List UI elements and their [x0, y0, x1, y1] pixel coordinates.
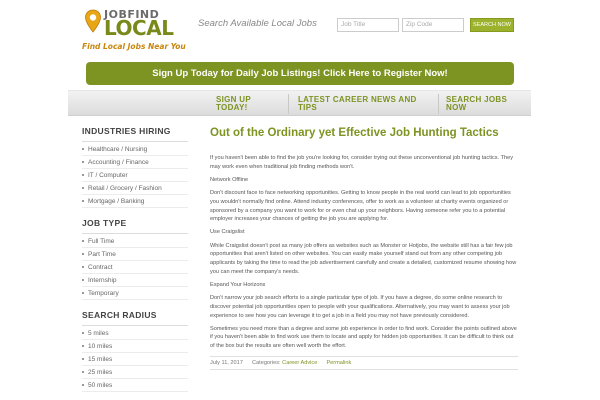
nav-item-sign-up-line2: TODAY! — [216, 103, 248, 112]
site-logo[interactable]: JOBFIND LOCAL Find Local Jobs Near You — [82, 6, 186, 54]
zip-code-input[interactable]: Zip Code — [402, 18, 464, 32]
sidebar-item-radius[interactable]: 25 miles — [82, 366, 188, 379]
post-date: July 11, 2017 — [210, 359, 243, 366]
bullet-icon — [82, 371, 84, 374]
sidebar-item-label: Accounting / Finance — [88, 159, 149, 166]
job-type-heading: JOB TYPE — [82, 218, 188, 234]
sidebar-item-label: Full Time — [88, 238, 115, 245]
sidebar-item-label: 5 miles — [88, 330, 109, 337]
post-category-link[interactable]: Career Advice — [282, 360, 317, 366]
search-radius-heading: SEARCH RADIUS — [82, 310, 188, 326]
bullet-icon — [82, 174, 84, 177]
sidebar-item-label: Part Time — [88, 251, 116, 258]
post-paragraph: While Craigslist doesn't post as many jo… — [210, 242, 517, 275]
logo-tagline: Find Local Jobs Near You — [82, 42, 186, 51]
job-type-widget: JOB TYPE Full Time Part Time Contract In… — [82, 218, 188, 300]
nav-divider — [438, 94, 439, 114]
search-heading: Search Available Local Jobs — [198, 18, 317, 29]
sidebar-item-job-type[interactable]: Part Time — [82, 248, 188, 261]
post-meta: July 11, 2017 Categories: Career Advice … — [210, 355, 518, 370]
industries-widget: INDUSTRIES HIRING Healthcare / Nursing A… — [82, 126, 188, 208]
sidebar-item-industry[interactable]: Accounting / Finance — [82, 156, 188, 169]
post-paragraph: If you haven't been able to find the job… — [210, 155, 514, 170]
bullet-icon — [82, 345, 84, 348]
sidebar-item-label: 50 miles — [88, 382, 113, 389]
search-radius-widget: SEARCH RADIUS 5 miles 10 miles 15 miles … — [82, 310, 188, 392]
sidebar: INDUSTRIES HIRING Healthcare / Nursing A… — [82, 126, 188, 400]
nav-item-search-jobs-line2: NOW — [446, 103, 467, 112]
sidebar-item-label: Internship — [88, 277, 117, 284]
sidebar-item-industry[interactable]: IT / Computer — [82, 169, 188, 182]
nav-divider — [288, 94, 289, 114]
sidebar-item-industry[interactable]: Retail / Grocery / Fashion — [82, 182, 188, 195]
sidebar-item-label: Mortgage / Banking — [88, 198, 145, 205]
sidebar-item-label: 15 miles — [88, 356, 113, 363]
post-title[interactable]: Out of the Ordinary yet Effective Job Hu… — [210, 126, 518, 140]
bullet-icon — [82, 332, 84, 335]
sidebar-item-radius[interactable]: 50 miles — [82, 379, 188, 392]
logo-wordmark-main: LOCAL — [104, 16, 174, 40]
bullet-icon — [82, 279, 84, 282]
industries-heading: INDUSTRIES HIRING — [82, 126, 188, 142]
bullet-icon — [82, 161, 84, 164]
sidebar-item-label: Retail / Grocery / Fashion — [88, 185, 162, 192]
bullet-icon — [82, 384, 84, 387]
signup-banner[interactable]: Sign Up Today for Daily Job Listings! Cl… — [86, 62, 514, 85]
sidebar-item-label: 25 miles — [88, 369, 113, 376]
post-categories-label: Categories: — [252, 359, 281, 366]
bullet-icon — [82, 240, 84, 243]
bullet-icon — [82, 358, 84, 361]
sidebar-item-job-type[interactable]: Full Time — [82, 235, 188, 248]
sidebar-item-label: Contract — [88, 264, 113, 271]
post-paragraph: Don't discount face to face networking o… — [210, 190, 511, 223]
bullet-icon — [82, 200, 84, 203]
nav-item-career-news-line2: TIPS — [298, 103, 317, 112]
post-subheading: Use Craigslist — [210, 229, 245, 236]
sidebar-item-job-type[interactable]: Internship — [82, 274, 188, 287]
post-paragraph: Sometimes you need more than a degree an… — [210, 325, 517, 350]
sidebar-item-job-type[interactable]: Temporary — [82, 287, 188, 300]
main-content: Out of the Ordinary yet Effective Job Hu… — [210, 126, 518, 370]
nav-item-career-news[interactable]: LATEST CAREER NEWS AND TIPS — [298, 96, 417, 112]
sidebar-item-label: IT / Computer — [88, 172, 128, 179]
sidebar-item-label: 10 miles — [88, 343, 113, 350]
sidebar-item-radius[interactable]: 5 miles — [82, 327, 188, 340]
map-pin-icon — [85, 9, 101, 33]
sidebar-item-industry[interactable]: Healthcare / Nursing — [82, 143, 188, 156]
post-subheading: Expand Your Horizons — [210, 281, 266, 288]
sidebar-item-radius[interactable]: 10 miles — [82, 340, 188, 353]
search-now-button[interactable]: SEARCH NOW — [470, 18, 514, 32]
bullet-icon — [82, 253, 84, 256]
bullet-icon — [82, 148, 84, 151]
bullet-icon — [82, 187, 84, 190]
sidebar-item-label: Temporary — [88, 290, 119, 297]
sidebar-item-job-type[interactable]: Contract — [82, 261, 188, 274]
permalink-link[interactable]: Permalink — [326, 360, 351, 366]
main-nav: SIGN UP TODAY! LATEST CAREER NEWS AND TI… — [68, 90, 531, 116]
sidebar-item-label: Healthcare / Nursing — [88, 146, 148, 153]
site-header: JOBFIND LOCAL Find Local Jobs Near You S… — [0, 0, 600, 58]
sidebar-item-radius[interactable]: 15 miles — [82, 353, 188, 366]
nav-item-search-jobs[interactable]: SEARCH JOBS NOW — [446, 96, 507, 112]
job-title-input[interactable]: Job Title — [337, 18, 399, 32]
sidebar-item-industry[interactable]: Mortgage / Banking — [82, 195, 188, 208]
post-paragraph: Don't narrow your job search efforts to … — [210, 295, 510, 319]
post-subheading: Network Offline — [210, 176, 249, 183]
bullet-icon — [82, 266, 84, 269]
nav-item-sign-up[interactable]: SIGN UP TODAY! — [216, 96, 251, 112]
bullet-icon — [82, 292, 84, 295]
